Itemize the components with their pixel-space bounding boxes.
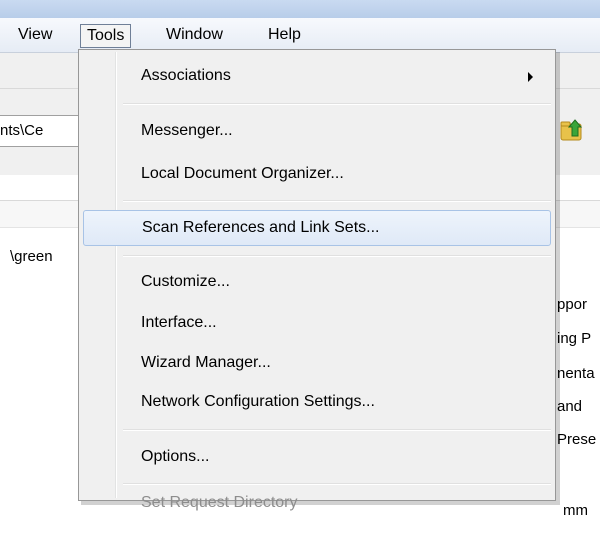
menu-item-label: Scan References and Link Sets... [142,219,380,236]
menu-item-label: Messenger... [141,122,233,139]
menu-item-label: Local Document Organizer... [141,165,344,182]
menu-item-options[interactable]: Options... [81,442,553,474]
submenu-arrow-icon [528,72,533,82]
tools-menu: Associations Messenger... Local Document… [78,49,556,511]
menu-separator [123,483,551,485]
menu-item-network-configuration[interactable]: Network Configuration Settings... [81,387,553,419]
menubar-help[interactable]: Help [262,23,307,47]
menubar-tools[interactable]: Tools [80,24,132,48]
address-text: nts\Ce [0,122,44,139]
path-fragment: \green [10,248,53,265]
menu-item-wizard-manager[interactable]: Wizard Manager... [81,348,553,380]
menu-item-label: Network Configuration Settings... [141,393,375,410]
menu-item-label: Wizard Manager... [141,354,271,371]
menu-item-associations[interactable]: Associations [81,61,553,93]
titlebar-strip [0,0,600,18]
menu-item-label: Associations [141,67,231,84]
folder-up-button[interactable] [558,116,586,144]
folder-up-icon [560,119,583,141]
menu-item-messenger[interactable]: Messenger... [81,116,553,148]
content-text-fragment: and [557,398,583,415]
content-text-fragment: nenta [557,365,595,382]
menu-item-label: Set Request Directory [141,494,298,511]
menubar-window[interactable]: Window [160,23,229,47]
menu-separator [123,429,551,431]
menu-item-local-document-organizer[interactable]: Local Document Organizer... [81,159,553,191]
menu-item-label: Options... [141,448,210,465]
menu-item-scan-references[interactable]: Scan References and Link Sets... [83,210,551,246]
menu-item-label: Interface... [141,314,217,331]
menu-item-set-request-directory: Set Request Directory [81,492,553,520]
content-text-fragment: ppor [557,296,588,313]
menubar: View Tools Window Help [0,18,600,53]
menu-item-interface[interactable]: Interface... [81,308,553,340]
address-field[interactable]: nts\Ce [0,115,87,147]
menu-separator [123,255,551,257]
menubar-view[interactable]: View [12,23,58,47]
content-text-fragment: Prese [557,431,597,448]
content-text-fragment: mm [563,502,588,519]
menu-separator [123,200,551,202]
menu-item-label: Customize... [141,273,230,290]
content-text-fragment: ing P [557,330,592,347]
menu-item-customize[interactable]: Customize... [81,267,553,299]
menu-separator [123,103,551,105]
